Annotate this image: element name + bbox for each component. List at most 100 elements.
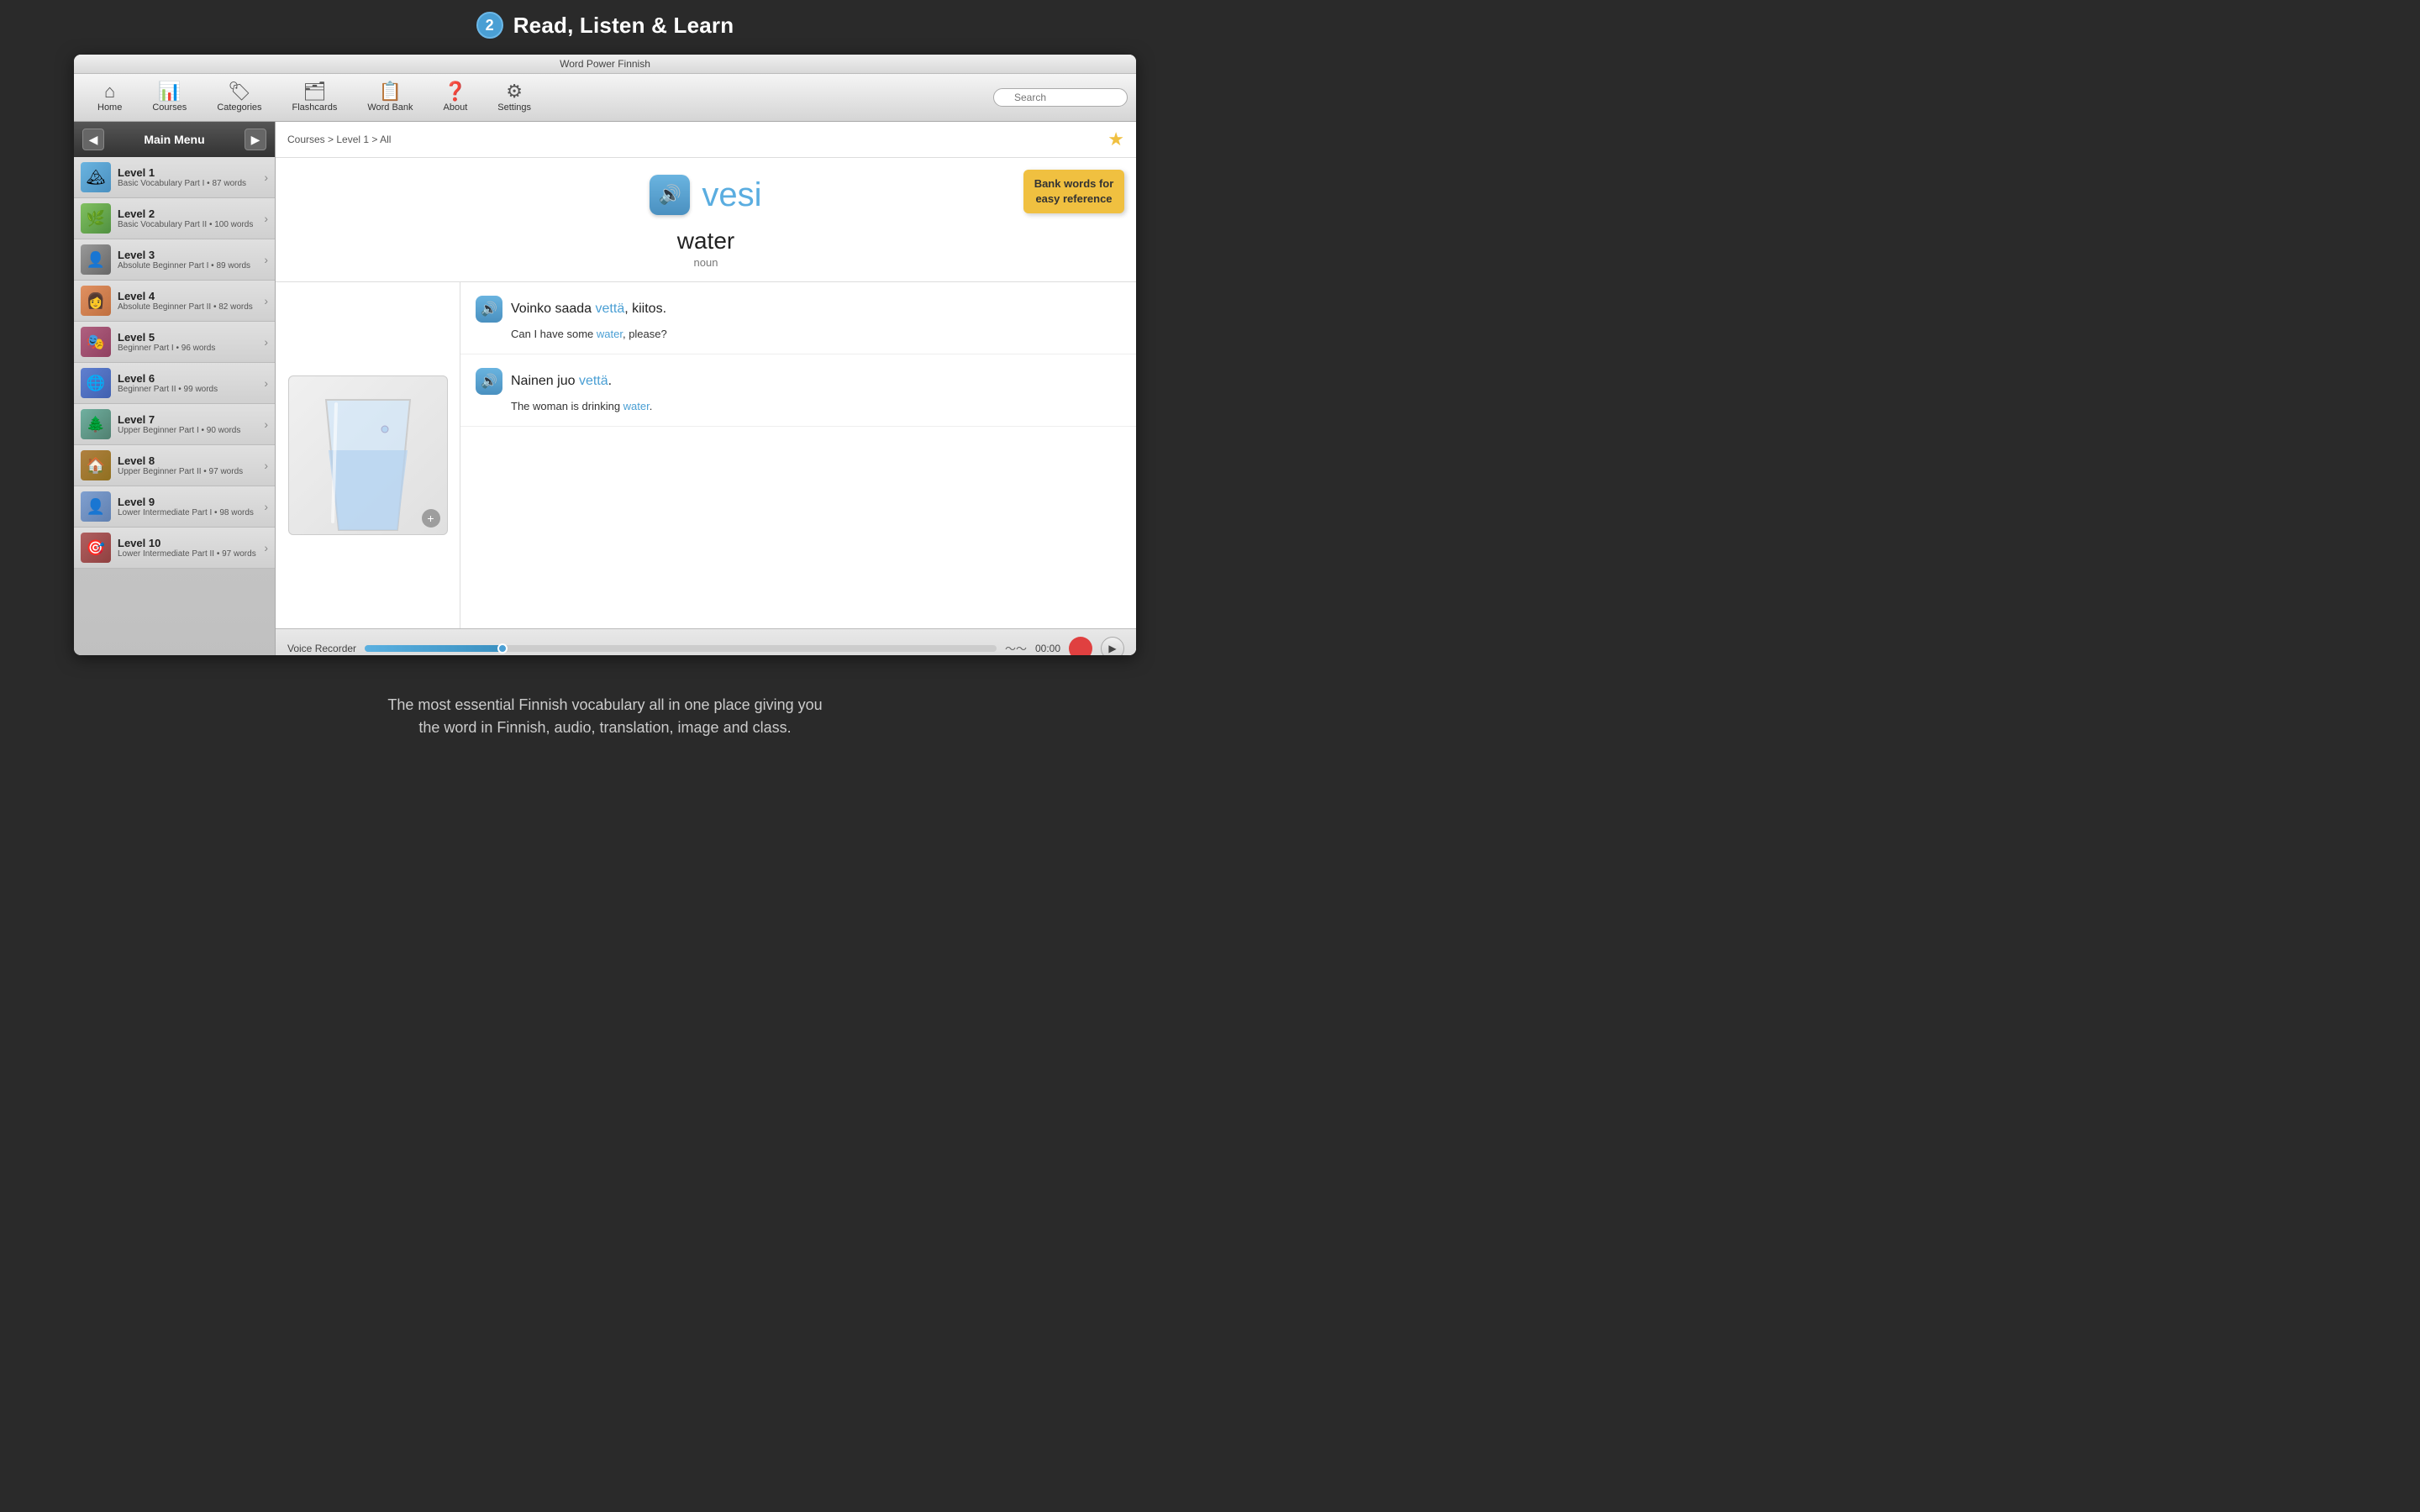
bank-tooltip[interactable]: Bank words for easy reference [1023, 170, 1124, 213]
word-area: 🔊 vesi water noun Bank words for easy re… [276, 158, 1136, 282]
toolbar-flashcards[interactable]: 🗂 Flashcards [277, 79, 353, 116]
level-desc-8: Upper Beginner Part II • 97 words [118, 467, 257, 476]
zoom-button[interactable]: + [422, 509, 440, 528]
search-input[interactable] [993, 88, 1128, 107]
flashcards-label: Flashcards [292, 102, 338, 113]
main-audio-button[interactable]: 🔊 [650, 175, 690, 215]
sidebar-item-level-7[interactable]: 🌲 Level 7 Upper Beginner Part I • 90 wor… [74, 404, 275, 445]
app-body: ◀ Main Menu ▶ 🏔 Level 1 Basic Vocabulary… [74, 122, 1136, 655]
sidebar-item-level-3[interactable]: 👤 Level 3 Absolute Beginner Part I • 89 … [74, 239, 275, 281]
level-name-6: Level 6 [118, 372, 257, 385]
sidebar-back-button[interactable]: ◀ [82, 129, 104, 150]
app-window: Word Power Finnish ⌂ Home 📊 Courses 🏷 Ca… [74, 55, 1136, 655]
sidebar-item-level-10[interactable]: 🎯 Level 10 Lower Intermediate Part II • … [74, 528, 275, 569]
toolbar-word-bank[interactable]: 📋 Word Bank [352, 79, 428, 116]
sentence-en-2: The woman is drinking water. [511, 400, 1121, 412]
level-thumb-2: 🌿 [81, 203, 111, 234]
courses-label: Courses [152, 102, 187, 113]
sidebar-item-level-5[interactable]: 🎭 Level 5 Beginner Part I • 96 words › [74, 322, 275, 363]
sidebar-forward-button[interactable]: ▶ [245, 129, 266, 150]
level-name-7: Level 7 [118, 413, 257, 426]
sentence-text-fi-2: Nainen juo vettä. [511, 374, 612, 389]
sentence-audio-button-1[interactable]: 🔊 [476, 296, 502, 323]
chevron-icon-8: › [264, 459, 268, 472]
level-thumb-8: 🏠 [81, 450, 111, 480]
level-desc-3: Absolute Beginner Part I • 89 words [118, 261, 257, 270]
audio-icon: 🔊 [659, 184, 681, 206]
sentence-audio-button-2[interactable]: 🔊 [476, 368, 502, 395]
sidebar-item-level-4[interactable]: 👩 Level 4 Absolute Beginner Part II • 82… [74, 281, 275, 322]
search-wrapper: 🔍 [993, 88, 1128, 107]
level-desc-10: Lower Intermediate Part II • 97 words [118, 549, 257, 559]
level-name-1: Level 1 [118, 166, 257, 179]
highlight-en-2: water [623, 400, 650, 412]
level-name-2: Level 2 [118, 207, 257, 220]
categories-label: Categories [217, 102, 261, 113]
level-desc-4: Absolute Beginner Part II • 82 words [118, 302, 257, 312]
settings-icon: ⚙ [506, 82, 523, 101]
toolbar-categories[interactable]: 🏷 Categories [202, 79, 276, 116]
sentences-panel: 🔊 Voinko saada vettä, kiitos. Can I have… [460, 282, 1136, 628]
sidebar-item-level-6[interactable]: 🌐 Level 6 Beginner Part II • 99 words › [74, 363, 275, 404]
toolbar-home[interactable]: ⌂ Home [82, 79, 137, 116]
level-name-3: Level 3 [118, 249, 257, 261]
favorite-button[interactable]: ★ [1107, 129, 1124, 150]
sidebar-item-level-8[interactable]: 🏠 Level 8 Upper Beginner Part II • 97 wo… [74, 445, 275, 486]
voice-recorder-progress[interactable] [365, 645, 997, 652]
level-thumb-10: 🎯 [81, 533, 111, 563]
audio-icon-2: 🔊 [481, 373, 497, 390]
sentence-fi-1: 🔊 Voinko saada vettä, kiitos. [476, 296, 1121, 323]
toolbar-courses[interactable]: 📊 Courses [137, 79, 202, 116]
sidebar-item-level-1[interactable]: 🏔 Level 1 Basic Vocabulary Part I • 87 w… [74, 157, 275, 198]
chevron-icon-7: › [264, 417, 268, 431]
home-icon: ⌂ [104, 82, 115, 101]
voice-recorder-label: Voice Recorder [287, 643, 356, 654]
record-button[interactable] [1069, 637, 1092, 656]
level-name-4: Level 4 [118, 290, 257, 302]
level-name-10: Level 10 [118, 537, 257, 549]
highlight-fi-1: vettä [596, 302, 625, 316]
glass-svg [301, 383, 435, 534]
sidebar-item-level-2[interactable]: 🌿 Level 2 Basic Vocabulary Part II • 100… [74, 198, 275, 239]
flashcards-icon: 🗂 [302, 82, 326, 101]
content-header: Courses > Level 1 > All ★ [276, 122, 1136, 158]
chevron-icon-5: › [264, 335, 268, 349]
finnish-word: vesi [702, 176, 761, 214]
sentence-fi-2: 🔊 Nainen juo vettä. [476, 368, 1121, 395]
toolbar: ⌂ Home 📊 Courses 🏷 Categories 🗂 Flashcar… [74, 74, 1136, 122]
level-desc-7: Upper Beginner Part I • 90 words [118, 426, 257, 435]
toolbar-settings[interactable]: ⚙ Settings [482, 79, 546, 116]
sidebar-header: ◀ Main Menu ▶ [74, 122, 275, 157]
chevron-icon-9: › [264, 500, 268, 513]
courses-icon: 📊 [158, 82, 181, 101]
sentence-text-fi-1: Voinko saada vettä, kiitos. [511, 302, 666, 317]
audio-icon-1: 🔊 [481, 301, 497, 318]
english-word: water [677, 228, 734, 255]
audio-waves-icon: 〜〜 [1005, 640, 1027, 655]
highlight-fi-2: vettä [579, 374, 608, 388]
voice-recorder-time: 00:00 [1035, 643, 1060, 654]
play-button[interactable]: ▶ [1101, 637, 1124, 656]
level-thumb-9: 👤 [81, 491, 111, 522]
level-name-9: Level 9 [118, 496, 257, 508]
about-icon: ❓ [444, 82, 466, 101]
sidebar-item-level-9[interactable]: 👤 Level 9 Lower Intermediate Part I • 98… [74, 486, 275, 528]
toolbar-about[interactable]: ❓ About [429, 79, 483, 116]
level-thumb-7: 🌲 [81, 409, 111, 439]
level-thumb-6: 🌐 [81, 368, 111, 398]
level-thumb-1: 🏔 [81, 162, 111, 192]
level-desc-2: Basic Vocabulary Part II • 100 words [118, 220, 257, 229]
image-panel: + [276, 282, 460, 628]
level-desc-6: Beginner Part II • 99 words [118, 385, 257, 394]
chevron-icon-4: › [264, 294, 268, 307]
voice-recorder-thumb [497, 643, 508, 654]
sentence-item-1: 🔊 Voinko saada vettä, kiitos. Can I have… [460, 282, 1136, 354]
word-bank-icon: 📋 [379, 82, 402, 101]
word-class: noun [694, 256, 718, 269]
sidebar-title: Main Menu [111, 133, 238, 146]
bottom-caption: The most essential Finnish vocabulary al… [0, 694, 1210, 739]
level-thumb-3: 👤 [81, 244, 111, 275]
word-image: + [288, 375, 448, 535]
chevron-icon-10: › [264, 541, 268, 554]
level-desc-9: Lower Intermediate Part I • 98 words [118, 508, 257, 517]
